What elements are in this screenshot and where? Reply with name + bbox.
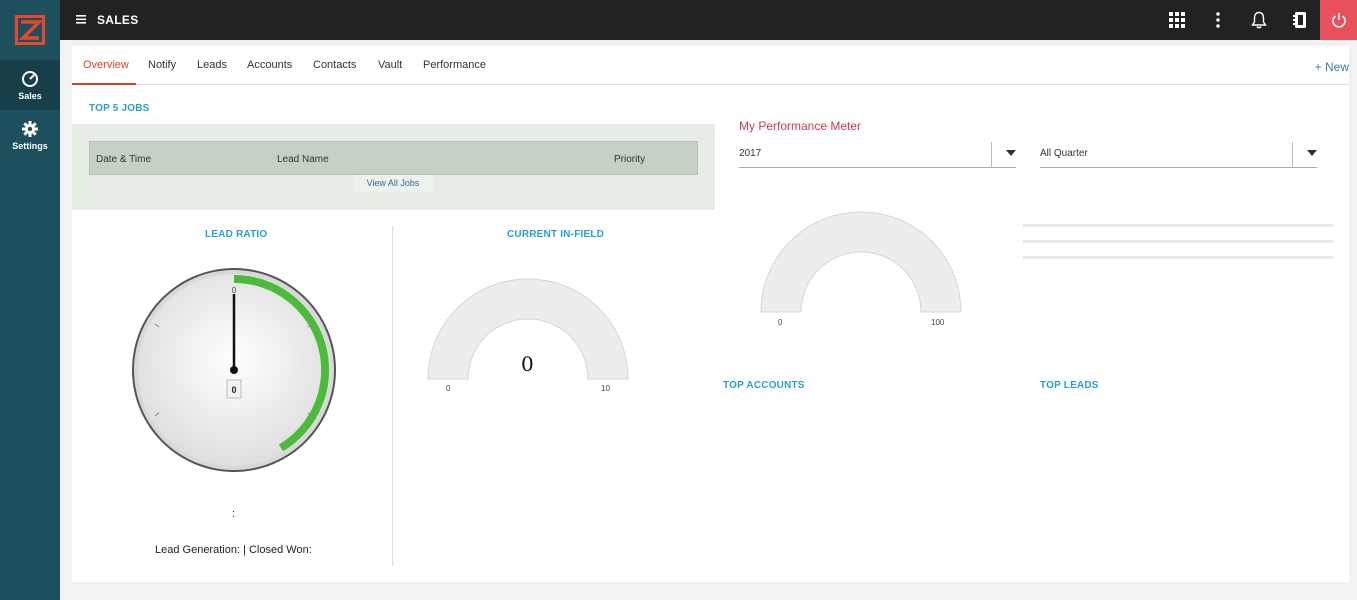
sidebar-item-label: Settings [12, 140, 48, 151]
gauge-min-label: 0 [446, 384, 451, 393]
jobs-table-header: Date & Time Lead Name Priority [89, 141, 698, 175]
sidebar-item-label: Sales [18, 90, 42, 101]
performance-min-label: 0 [778, 318, 783, 327]
lead-ratio-title: LEAD RATIO [205, 229, 268, 240]
quarter-select-value: All Quarter [1040, 148, 1088, 159]
grid-icon [1169, 12, 1185, 28]
lead-ratio-value: 0 [231, 385, 236, 395]
tab-performance[interactable]: Performance [423, 59, 486, 71]
tab-vault[interactable]: Vault [378, 59, 402, 71]
current-in-field-title: CURRENT IN-FIELD [507, 229, 605, 240]
bell-icon [1251, 11, 1267, 29]
top-jobs-title: TOP 5 JOBS [89, 103, 150, 114]
column-header-date-time: Date & Time [96, 154, 152, 165]
logo-icon [15, 15, 45, 45]
lead-ratio-colon: : [232, 508, 236, 520]
lead-ratio-footer: Lead Generation: | Closed Won: [155, 544, 312, 556]
section-divider [392, 226, 393, 566]
power-icon [1331, 13, 1346, 28]
tab-overview[interactable]: Overview [83, 59, 129, 71]
tab-bar: Overview Notify Leads Accounts Contacts … [72, 46, 1349, 85]
tab-accounts[interactable]: Accounts [247, 59, 292, 71]
app-title: SALES [97, 13, 139, 27]
view-all-jobs-button[interactable]: View All Jobs [353, 175, 433, 192]
chevron-down-icon [1307, 150, 1317, 156]
placeholder-line [1023, 240, 1333, 243]
top-accounts-title: TOP ACCOUNTS [723, 380, 805, 391]
active-tab-indicator [72, 83, 136, 85]
placeholder-line [1023, 256, 1333, 259]
tab-notify[interactable]: Notify [148, 59, 176, 71]
contacts-book-button[interactable] [1280, 0, 1320, 40]
column-header-lead-name: Lead Name [277, 154, 329, 165]
logout-button[interactable] [1320, 0, 1357, 40]
column-header-priority: Priority [614, 154, 646, 165]
lead-ratio-gauge: 0 0 [132, 268, 336, 472]
app-logo[interactable] [0, 0, 60, 60]
main-panel: Overview Notify Leads Accounts Contacts … [72, 46, 1349, 582]
more-options-button[interactable] [1198, 0, 1238, 40]
address-book-icon [1293, 12, 1306, 28]
current-in-field-value: 0 [521, 352, 534, 376]
year-select-value: 2017 [739, 148, 762, 159]
gauge-max-label: 10 [601, 384, 610, 393]
quarter-select[interactable]: All Quarter [1040, 142, 1317, 168]
tab-contacts[interactable]: Contacts [313, 59, 356, 71]
top-leads-title: TOP LEADS [1040, 380, 1099, 391]
apps-grid-button[interactable] [1157, 0, 1197, 40]
sidebar-item-sales[interactable]: Sales [0, 60, 60, 110]
notifications-button[interactable] [1239, 0, 1279, 40]
year-select[interactable]: 2017 [739, 142, 1016, 168]
speedometer-icon [22, 70, 38, 87]
tab-leads[interactable]: Leads [197, 59, 227, 71]
sidebar: Sales Settings [0, 0, 60, 600]
select-separator [991, 142, 992, 168]
more-vertical-icon [1216, 12, 1220, 28]
performance-gauge [760, 211, 962, 313]
hamburger-menu-icon[interactable] [76, 14, 86, 24]
placeholder-line [1023, 224, 1333, 227]
top-bar: SALES [60, 0, 1357, 40]
sidebar-item-settings[interactable]: Settings [0, 110, 60, 160]
gear-icon [22, 120, 38, 137]
performance-max-label: 100 [931, 318, 945, 327]
select-separator [1292, 142, 1293, 168]
gauge-top-label: 0 [232, 286, 237, 295]
performance-meter-title: My Performance Meter [739, 119, 862, 133]
chevron-down-icon [1006, 150, 1016, 156]
new-button[interactable]: + New [1315, 60, 1349, 74]
top-jobs-panel: Date & Time Lead Name Priority View All … [72, 124, 715, 210]
